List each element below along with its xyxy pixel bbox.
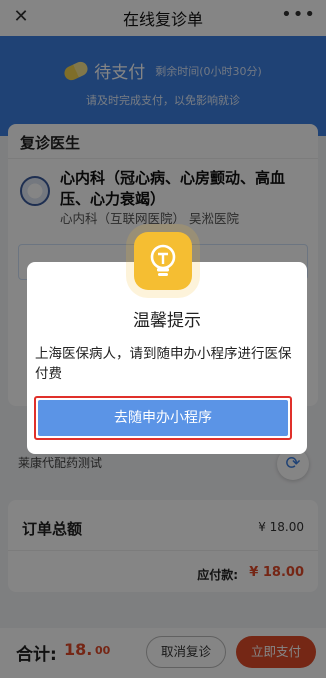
modal-message: 上海医保病人，请到随申办小程序进行医保付费	[35, 346, 292, 382]
modal-button-highlight: 去随申办小程序	[34, 396, 292, 440]
lightbulb-icon	[134, 232, 192, 290]
tip-modal: 温馨提示 上海医保病人，请到随申办小程序进行医保付费 去随申办小程序	[27, 262, 307, 454]
modal-title: 温馨提示	[133, 311, 201, 331]
go-suishenban-button[interactable]: 去随申办小程序	[38, 400, 288, 436]
